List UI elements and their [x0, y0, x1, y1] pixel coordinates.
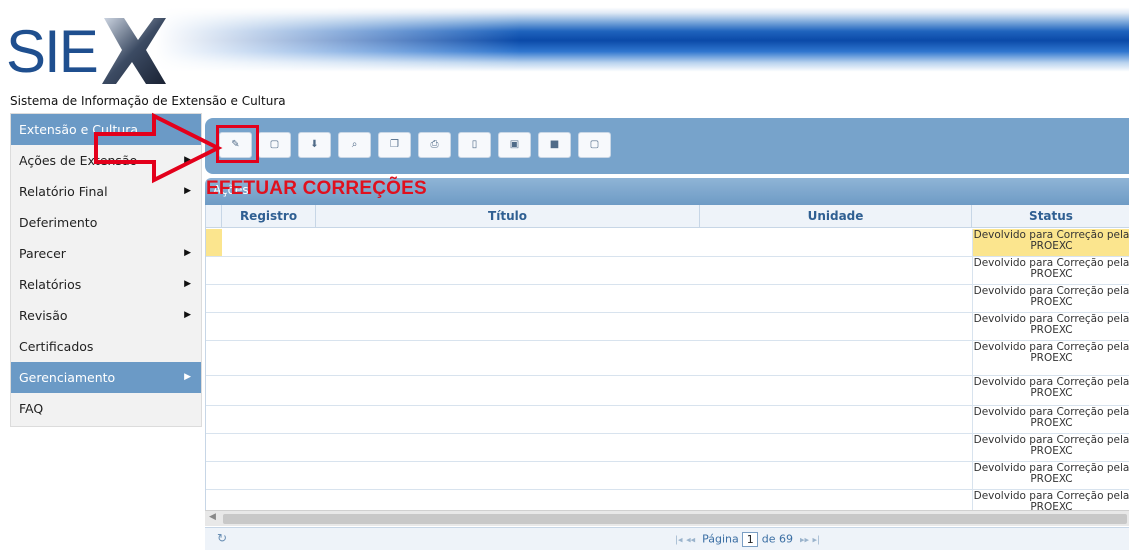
submenu-arrow-icon: ▶ [184, 310, 191, 320]
clipboard-icon: ▯ [471, 139, 478, 150]
table-row[interactable]: Devolvido para Correção pela PROEXC [206, 313, 1129, 341]
prev-page-icon[interactable]: ◂◂ [686, 536, 695, 546]
sidebar-item-faq[interactable]: FAQ [11, 393, 201, 424]
clipboard-button[interactable]: ▯ [458, 132, 491, 158]
page-total: de 69 [761, 532, 793, 546]
sidebar-item-label: Gerenciamento [19, 370, 116, 385]
sidebar-item-gerenciamento[interactable]: Gerenciamento ▶ [11, 362, 201, 393]
list-icon: ■ [549, 139, 560, 150]
first-page-icon[interactable]: |◂ [675, 536, 683, 546]
submenu-arrow-icon: ▶ [184, 248, 191, 258]
status-cell: Devolvido para Correção pela PROEXC [972, 406, 1129, 433]
status-cell: Devolvido para Correção pela PROEXC [972, 229, 1129, 256]
page-label: Página [702, 532, 739, 546]
column-status[interactable]: Status [972, 205, 1129, 228]
download-button[interactable]: ⬇ [298, 132, 331, 158]
system-subtitle: Sistema de Informação de Extensão e Cult… [10, 94, 286, 108]
print-icon: ⎙ [430, 139, 439, 150]
row-number-cell [206, 285, 222, 312]
status-cell: Devolvido para Correção pela PROEXC [972, 341, 1129, 375]
sidebar-item-label: Revisão [19, 308, 68, 323]
table-row[interactable]: Devolvido para Correção pela PROEXC [206, 434, 1129, 462]
row-number-cell [206, 229, 222, 256]
refresh-icon[interactable]: ↻ [217, 531, 227, 545]
scroll-left-icon[interactable]: ◀ [209, 512, 216, 522]
row-number-header [206, 205, 222, 228]
row-number-cell [206, 341, 222, 375]
table-row[interactable]: Devolvido para Correção pela PROEXC [206, 462, 1129, 490]
image-icon: ▣ [509, 139, 520, 150]
status-cell: Devolvido para Correção pela PROEXC [972, 285, 1129, 312]
sidebar-item-label: Relatório Final [19, 184, 108, 199]
siex-logo: SIE [6, 18, 166, 85]
sidebar-item-label: FAQ [19, 401, 44, 416]
column-unidade[interactable]: Unidade [700, 205, 972, 228]
toolbar: ✎ ▢ ⬇ ⌕ ❐ ⎙ ▯ ▣ ■ ▢ [205, 118, 1129, 174]
status-cell: Devolvido para Correção pela PROEXC [972, 462, 1129, 489]
table-row[interactable]: Devolvido para Correção pela PROEXC [206, 406, 1129, 434]
sidebar-item-deferimento[interactable]: Deferimento [11, 207, 201, 238]
file-icon: ▢ [589, 139, 600, 150]
copy-icon: ❐ [390, 139, 399, 150]
column-registro[interactable]: Registro [222, 205, 316, 228]
print-button[interactable]: ⎙ [418, 132, 451, 158]
sidebar-item-relat-rios[interactable]: Relatórios ▶ [11, 269, 201, 300]
sidebar-item-label: Parecer [19, 246, 66, 261]
document-button[interactable]: ▢ [258, 132, 291, 158]
sidebar-item-certificados[interactable]: Certificados [11, 331, 201, 362]
search-icon: ⌕ [351, 139, 358, 150]
sidebar-item-label: Relatórios [19, 277, 82, 292]
svg-text:SIE: SIE [6, 18, 97, 85]
sidebar-item-parecer[interactable]: Parecer ▶ [11, 238, 201, 269]
sidebar-item-revis-o[interactable]: Revisão ▶ [11, 300, 201, 331]
annotation-highlight-box [216, 125, 259, 163]
horizontal-scrollbar[interactable]: ◀ [205, 510, 1129, 526]
row-number-cell [206, 462, 222, 489]
annotation-arrow-icon [94, 112, 223, 184]
file-button[interactable]: ▢ [578, 132, 611, 158]
submenu-arrow-icon: ▶ [184, 279, 191, 289]
list-button[interactable]: ■ [538, 132, 571, 158]
status-cell: Devolvido para Correção pela PROEXC [972, 434, 1129, 461]
row-number-cell [206, 434, 222, 461]
row-number-cell [206, 257, 222, 284]
search-button[interactable]: ⌕ [338, 132, 371, 158]
annotation-label: EFETUAR CORREÇÕES [206, 178, 427, 199]
actions-grid: Registro Título Unidade Status Devolvido… [205, 205, 1129, 518]
table-row[interactable]: Devolvido para Correção pela PROEXC [206, 341, 1129, 376]
document-icon: ▢ [269, 139, 280, 150]
copy-button[interactable]: ❐ [378, 132, 411, 158]
table-row[interactable]: Devolvido para Correção pela PROEXC [206, 285, 1129, 313]
status-cell: Devolvido para Correção pela PROEXC [972, 376, 1129, 405]
sidebar-item-label: Deferimento [19, 215, 98, 230]
table-row[interactable]: Devolvido para Correção pela PROEXC [206, 257, 1129, 285]
last-page-icon[interactable]: ▸| [813, 536, 821, 546]
sidebar-item-label: Certificados [19, 339, 94, 354]
pager-bar: ↻ |◂ ◂◂ Página 1 de 69 ▸▸ ▸| [205, 527, 1129, 550]
row-number-cell [206, 376, 222, 405]
status-cell: Devolvido para Correção pela PROEXC [972, 313, 1129, 340]
image-button[interactable]: ▣ [498, 132, 531, 158]
submenu-arrow-icon: ▶ [184, 372, 191, 382]
grid-header: Registro Título Unidade Status [206, 205, 1129, 228]
row-number-cell [206, 313, 222, 340]
download-icon: ⬇ [310, 139, 319, 150]
table-row[interactable]: Devolvido para Correção pela PROEXC [206, 376, 1129, 406]
scrollbar-thumb[interactable] [223, 514, 1127, 524]
table-row[interactable]: Devolvido para Correção pela PROEXC [206, 229, 1129, 257]
column-titulo[interactable]: Título [316, 205, 700, 228]
pager-navigation: |◂ ◂◂ Página 1 de 69 ▸▸ ▸| [675, 532, 820, 547]
page-input[interactable]: 1 [742, 532, 759, 547]
next-page-icon[interactable]: ▸▸ [800, 536, 809, 546]
status-cell: Devolvido para Correção pela PROEXC [972, 257, 1129, 284]
row-number-cell [206, 406, 222, 433]
